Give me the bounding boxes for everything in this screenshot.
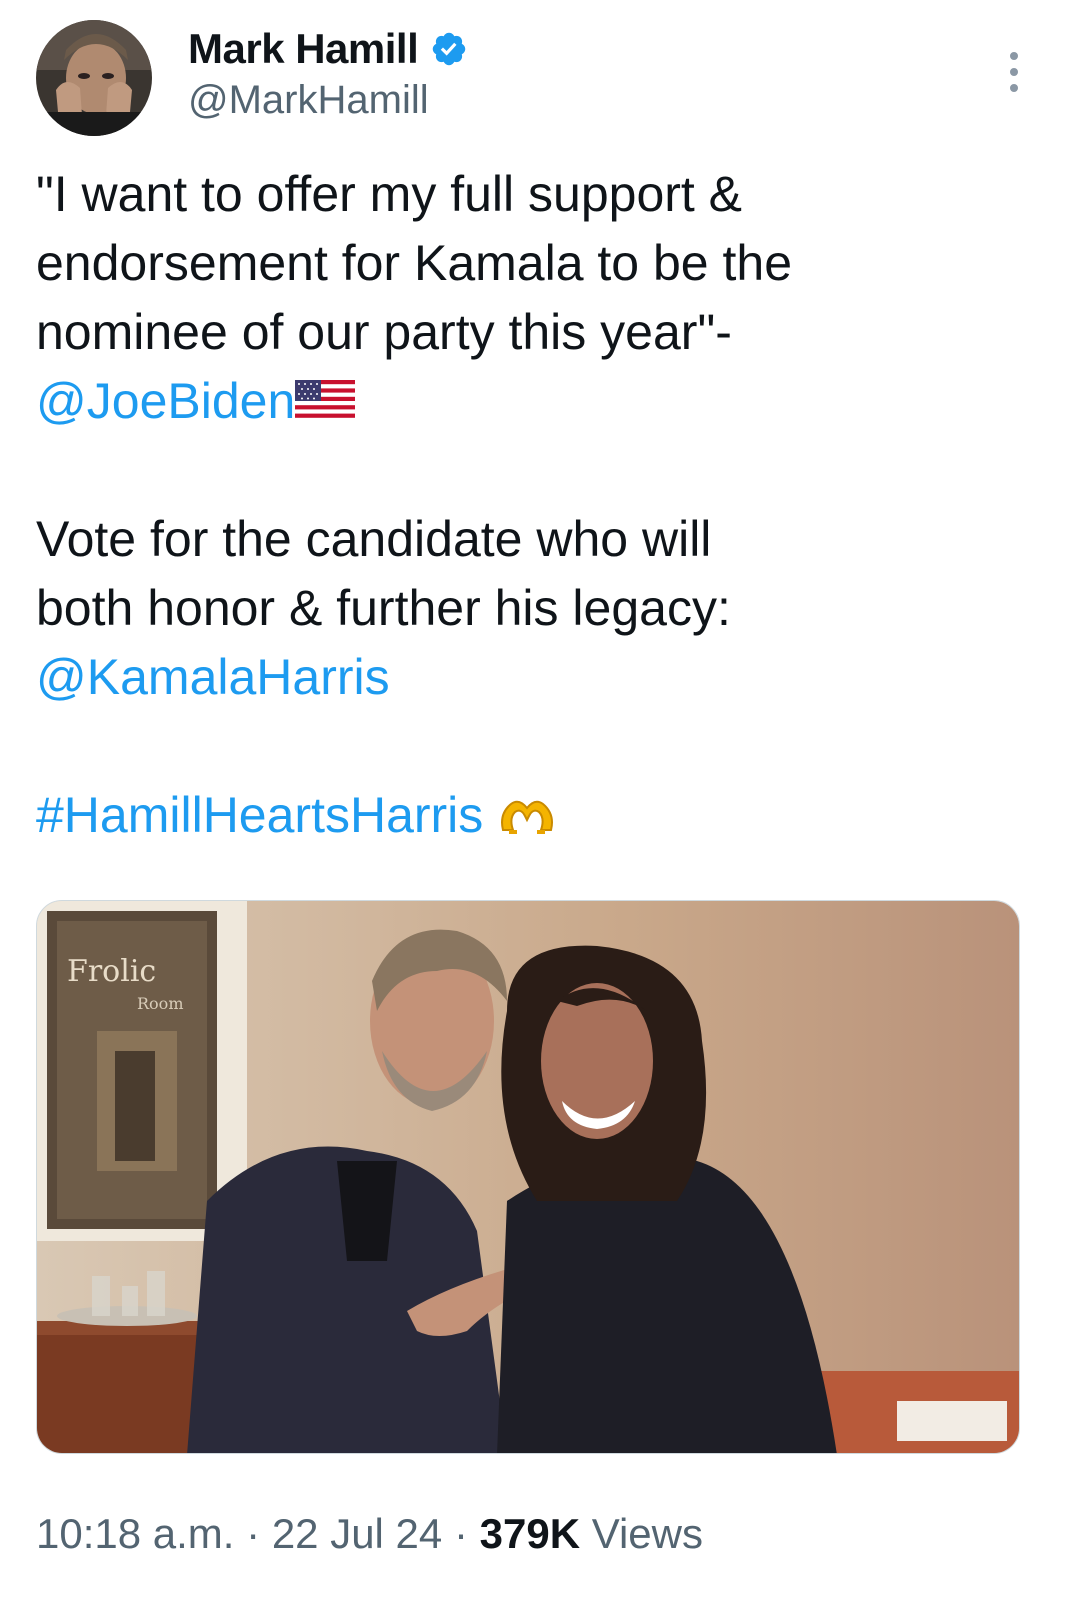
verified-badge-icon[interactable] xyxy=(430,30,468,68)
meta-separator: · xyxy=(246,1510,261,1557)
poster-text: Frolic xyxy=(67,954,156,989)
mention-kamalaharris[interactable]: @KamalaHarris xyxy=(36,649,390,705)
tweet-date[interactable]: 22 Jul 24 xyxy=(272,1510,442,1557)
display-name-row: Mark Hamill xyxy=(188,24,468,74)
tweet-text-line: endorsement for Kamala to be the xyxy=(36,235,793,291)
tweet-text: "I want to offer my full support & endor… xyxy=(36,160,1036,850)
tweet-header: Mark Hamill @MarkHamill xyxy=(36,20,1046,140)
views-count: 379K xyxy=(479,1510,581,1557)
display-name[interactable]: Mark Hamill xyxy=(188,25,419,73)
views-label: Views xyxy=(591,1510,703,1557)
hashtag-link[interactable]: #HamillHeartsHarris xyxy=(36,787,483,843)
handle[interactable]: @MarkHamill xyxy=(188,78,468,123)
tweet-text-line: nominee of our party this year"- xyxy=(36,304,732,360)
poster-text: Room xyxy=(137,994,183,1013)
mention-line: @JoeBiden xyxy=(36,367,1036,436)
photo-image: Frolic Room xyxy=(37,901,1019,1453)
tweet-text-line: Vote for the candidate who will xyxy=(36,511,712,567)
mention-line: @KamalaHarris xyxy=(36,643,1036,712)
tweet-text-line: both honor & further his legacy: xyxy=(36,580,731,636)
avatar-image xyxy=(36,20,152,136)
tweet-meta: 10:18 a.m. · 22 Jul 24 · 379K Views xyxy=(36,1510,703,1558)
name-block: Mark Hamill @MarkHamill xyxy=(188,24,468,123)
tweet-time[interactable]: 10:18 a.m. xyxy=(36,1510,234,1557)
tweet: Mark Hamill @MarkHamill "I want to offer… xyxy=(0,0,1080,1605)
heart-hands-icon xyxy=(497,785,557,854)
mention-joebiden[interactable]: @JoeBiden xyxy=(36,373,295,429)
more-options-icon[interactable] xyxy=(1002,48,1026,96)
hashtag-line: #HamillHeartsHarris xyxy=(36,781,1036,850)
meta-separator: · xyxy=(453,1510,468,1557)
tweet-text-line: "I want to offer my full support & xyxy=(36,166,743,222)
avatar[interactable] xyxy=(36,20,152,136)
tweet-photo[interactable]: Frolic Room xyxy=(36,900,1020,1454)
us-flag-icon xyxy=(295,371,356,440)
